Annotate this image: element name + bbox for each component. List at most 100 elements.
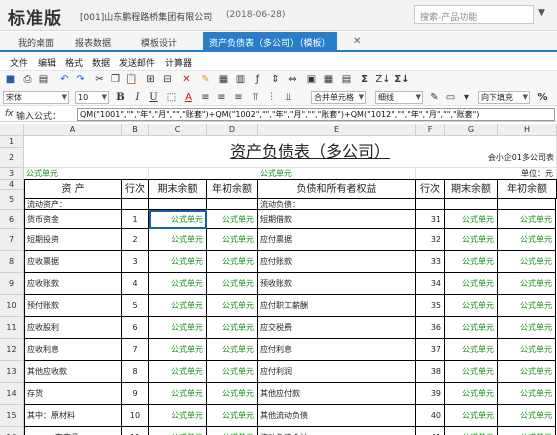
merge-cells-select[interactable]: 合并单元格 ▼ xyxy=(311,91,366,104)
menu-edit[interactable]: 编辑 xyxy=(38,56,56,69)
begin-balance-cell[interactable]: 公式单元 xyxy=(207,427,258,435)
line-number-2[interactable]: 37 xyxy=(416,339,445,361)
column-header[interactable]: F xyxy=(416,124,445,136)
liability-item[interactable]: 其他流动负债 xyxy=(258,405,416,427)
line-number-2[interactable]: 38 xyxy=(416,361,445,383)
column-header[interactable]: G xyxy=(445,124,498,136)
end-balance-cell-2[interactable]: 公式单元 xyxy=(445,210,498,229)
line-number[interactable]: 4 xyxy=(122,273,149,295)
begin-balance-cell[interactable]: 公式单元 xyxy=(207,361,258,383)
header-line-no[interactable]: 行次 xyxy=(122,179,149,199)
begin-balance-cell[interactable]: 公式单元 xyxy=(207,317,258,339)
end-balance-cell-2[interactable]: 公式单元 xyxy=(445,317,498,339)
format-painter-icon[interactable]: ✎ xyxy=(199,73,212,86)
begin-balance-cell[interactable]: 公式单元 xyxy=(207,251,258,273)
begin-balance-cell-2[interactable]: 公式单元 xyxy=(498,251,556,273)
begin-balance-cell[interactable]: 公式单元 xyxy=(207,405,258,427)
column-header[interactable]: A xyxy=(24,124,122,136)
begin-balance-cell-2[interactable]: 公式单元 xyxy=(498,361,556,383)
header-liabilities-equity[interactable]: 负债和所有者权益 xyxy=(258,179,416,199)
grid-icon[interactable]: ▦ xyxy=(322,73,335,86)
end-balance-cell-2[interactable]: 公式单元 xyxy=(445,405,498,427)
begin-balance-cell[interactable]: 公式单元 xyxy=(207,339,258,361)
begin-balance-cell-2[interactable]: 公式单元 xyxy=(498,210,556,229)
split-cells-icon[interactable]: ▥ xyxy=(234,73,247,86)
header-line-no-2[interactable]: 行次 xyxy=(416,179,445,199)
row-header[interactable]: 3 xyxy=(0,168,24,180)
asset-item[interactable]: 货币资金 xyxy=(24,210,122,229)
header-end-balance[interactable]: 期末余额 xyxy=(149,179,207,199)
begin-balance-cell-2[interactable]: 公式单元 xyxy=(498,273,556,295)
begin-balance-cell-2[interactable]: 公式单元 xyxy=(498,295,556,317)
redo-icon[interactable]: ↷ xyxy=(74,73,87,86)
begin-balance-cell-2[interactable]: 公式单元 xyxy=(498,317,556,339)
tab-report-data[interactable]: 报表数据 xyxy=(75,36,111,49)
column-width-icon[interactable]: ⇔ xyxy=(286,73,299,86)
liability-item[interactable]: 应付利润 xyxy=(258,361,416,383)
end-balance-cell-2[interactable]: 公式单元 xyxy=(445,251,498,273)
align-center-icon[interactable]: ≡ xyxy=(215,91,228,104)
line-number[interactable]: 8 xyxy=(122,361,149,383)
pen-icon[interactable]: ✎ xyxy=(428,91,441,104)
row-height-icon[interactable]: ⇕ xyxy=(269,73,282,86)
row-header[interactable]: 4 xyxy=(0,180,24,190)
line-number-2[interactable] xyxy=(416,199,445,210)
asset-item[interactable]: 应收利息 xyxy=(24,339,122,361)
asset-item[interactable]: 短期投资 xyxy=(24,229,122,251)
row-header[interactable]: 10 xyxy=(0,295,24,317)
search-dropdown-icon[interactable]: ▼ xyxy=(538,8,545,18)
liability-item[interactable]: 流动负债： xyxy=(258,199,416,210)
save-icon[interactable]: ■ xyxy=(4,73,17,86)
insert-column-icon[interactable]: ⊟ xyxy=(161,73,174,86)
end-balance-cell-2[interactable]: 公式单元 xyxy=(445,229,498,251)
paste-icon[interactable]: 📋 xyxy=(125,73,138,86)
liability-item[interactable]: 应付职工薪酬 xyxy=(258,295,416,317)
underline-button[interactable]: U xyxy=(147,91,160,104)
asset-item[interactable]: 存货 xyxy=(24,383,122,405)
menu-calculator[interactable]: 计算器 xyxy=(165,56,192,69)
row-header[interactable]: 14 xyxy=(0,383,24,405)
sort-icon[interactable]: Z↓ xyxy=(375,73,391,86)
sum-icon[interactable]: Σ xyxy=(358,73,371,86)
liability-item[interactable]: 流动负债合计 xyxy=(258,427,416,435)
liability-item[interactable]: 应付账款 xyxy=(258,251,416,273)
asset-item[interactable]: 应收票据 xyxy=(24,251,122,273)
font-size-select[interactable]: 10 ▼ xyxy=(75,91,109,104)
print-icon[interactable]: ▤ xyxy=(37,73,50,86)
company-name[interactable]: [001]山东鹏程路桥集团有限公司 xyxy=(80,10,212,23)
print-preview-icon[interactable]: ⎙ xyxy=(21,73,34,86)
font-family-select[interactable]: 宋体 ▼ xyxy=(3,91,69,104)
line-number[interactable]: 10 xyxy=(122,405,149,427)
liability-item[interactable]: 短期借款 xyxy=(258,210,416,229)
line-number-2[interactable]: 33 xyxy=(416,251,445,273)
end-balance-cell[interactable]: 公式单元 xyxy=(149,273,207,295)
row-header[interactable]: 16 xyxy=(0,427,24,435)
table-icon[interactable]: ▤ xyxy=(340,73,353,86)
line-number[interactable]: 2 xyxy=(122,229,149,251)
asset-item[interactable]: 其他应收款 xyxy=(24,361,122,383)
percent-button[interactable]: % xyxy=(536,91,549,104)
border-style-select[interactable]: 细线 ▼ xyxy=(375,91,423,104)
row-header[interactable]: 2 xyxy=(0,148,24,168)
sum-down-icon[interactable]: Σ↓ xyxy=(393,73,411,86)
search-input[interactable]: 搜索-产品功能 xyxy=(414,5,534,24)
liability-item[interactable]: 应付票据 xyxy=(258,229,416,251)
column-header[interactable]: B xyxy=(122,124,149,136)
menu-data[interactable]: 数据 xyxy=(92,56,110,69)
merge-cells-icon[interactable]: ▦ xyxy=(217,73,230,86)
asset-item[interactable]: 预付账款 xyxy=(24,295,122,317)
begin-balance-cell-2[interactable]: 公式单元 xyxy=(498,427,556,435)
header-begin-balance[interactable]: 年初余额 xyxy=(207,179,258,199)
column-header[interactable]: H xyxy=(498,124,557,136)
end-balance-cell[interactable]: 公式单元 xyxy=(149,427,207,435)
row-header[interactable]: 12 xyxy=(0,339,24,361)
column-header[interactable]: E xyxy=(258,124,416,136)
valign-top-icon[interactable]: ⫪ xyxy=(249,91,262,104)
line-number-2[interactable]: 41 xyxy=(416,427,445,435)
line-number-2[interactable]: 36 xyxy=(416,317,445,339)
liability-item[interactable]: 应付利息 xyxy=(258,339,416,361)
menu-send-mail[interactable]: 发送邮件 xyxy=(119,56,155,69)
line-number-2[interactable]: 32 xyxy=(416,229,445,251)
begin-balance-cell[interactable]: 公式单元 xyxy=(207,229,258,251)
company-code[interactable]: 会小企01多公司表 xyxy=(445,148,557,168)
